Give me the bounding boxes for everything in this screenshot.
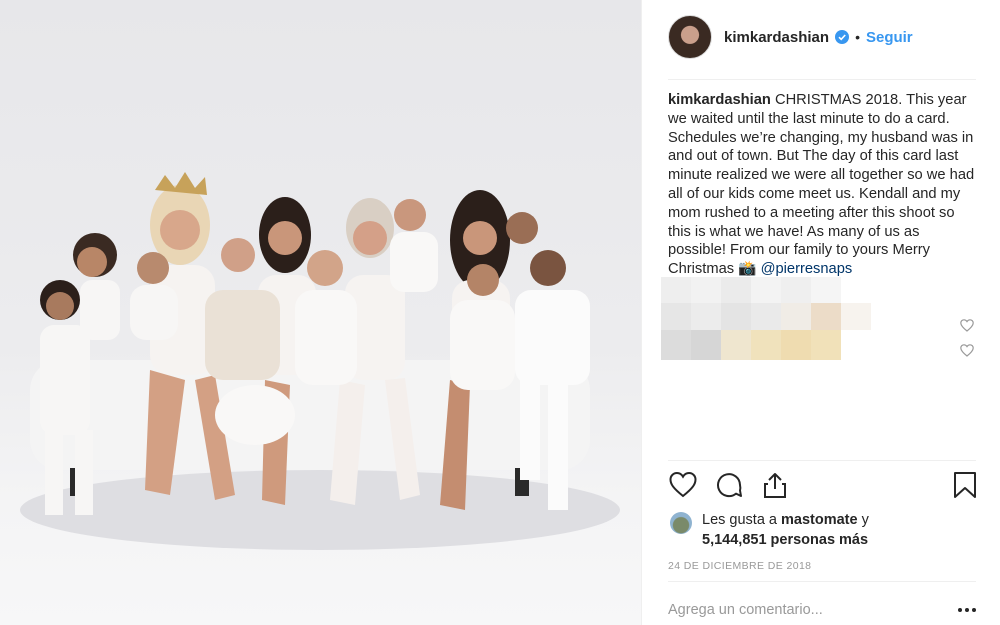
comment-input[interactable]	[668, 600, 938, 620]
header-divider	[668, 79, 976, 80]
share-icon[interactable]	[760, 470, 790, 500]
post-photo[interactable]	[0, 0, 641, 625]
liker-username[interactable]: mastomate	[781, 512, 858, 528]
post-header: kimkardashian • Seguir	[668, 14, 913, 60]
likes-joiner: y	[857, 512, 869, 528]
likes-count[interactable]: 5,144,851 personas más	[702, 532, 868, 548]
liker-avatar[interactable]	[670, 512, 692, 534]
follow-button[interactable]: Seguir	[866, 29, 913, 46]
likes-prefix: Les gusta a	[702, 512, 781, 528]
bookmark-icon[interactable]	[950, 470, 980, 500]
verified-badge-icon	[835, 30, 850, 44]
blurred-comments	[661, 277, 871, 360]
post-date[interactable]: 24 DE DICIEMBRE DE 2018	[668, 560, 811, 572]
heart-icon[interactable]	[668, 470, 698, 500]
more-options-icon[interactable]	[956, 602, 978, 618]
floor-shadow	[20, 470, 620, 550]
profile-avatar[interactable]	[668, 15, 712, 59]
likes-text: Les gusta a mastomate y 5,144,851 person…	[702, 510, 869, 550]
post-sidebar: kimkardashian • Seguir kimkardashian CHR…	[641, 0, 1000, 625]
caption-username[interactable]: kimkardashian	[668, 92, 771, 108]
caption-text: CHRISTMAS 2018. This year we waited unti…	[668, 92, 975, 278]
family-photo-illustration	[20, 172, 620, 550]
likes-summary: Les gusta a mastomate y 5,144,851 person…	[670, 510, 869, 550]
separator-dot: •	[855, 29, 860, 45]
comment-divider	[668, 581, 976, 582]
actions-divider	[668, 460, 976, 461]
comment-like-heart-icon[interactable]	[960, 319, 974, 332]
comment-box	[668, 600, 978, 620]
comment-like-heart-icon[interactable]	[960, 344, 974, 357]
post-caption: kimkardashian CHRISTMAS 2018. This year …	[668, 91, 978, 279]
caption-mention-link[interactable]: @pierresnaps	[756, 261, 853, 277]
comment-icon[interactable]	[714, 470, 744, 500]
camera-emoji: 📸	[738, 261, 757, 278]
header-username[interactable]: kimkardashian	[724, 29, 829, 46]
post-actions	[668, 470, 978, 502]
